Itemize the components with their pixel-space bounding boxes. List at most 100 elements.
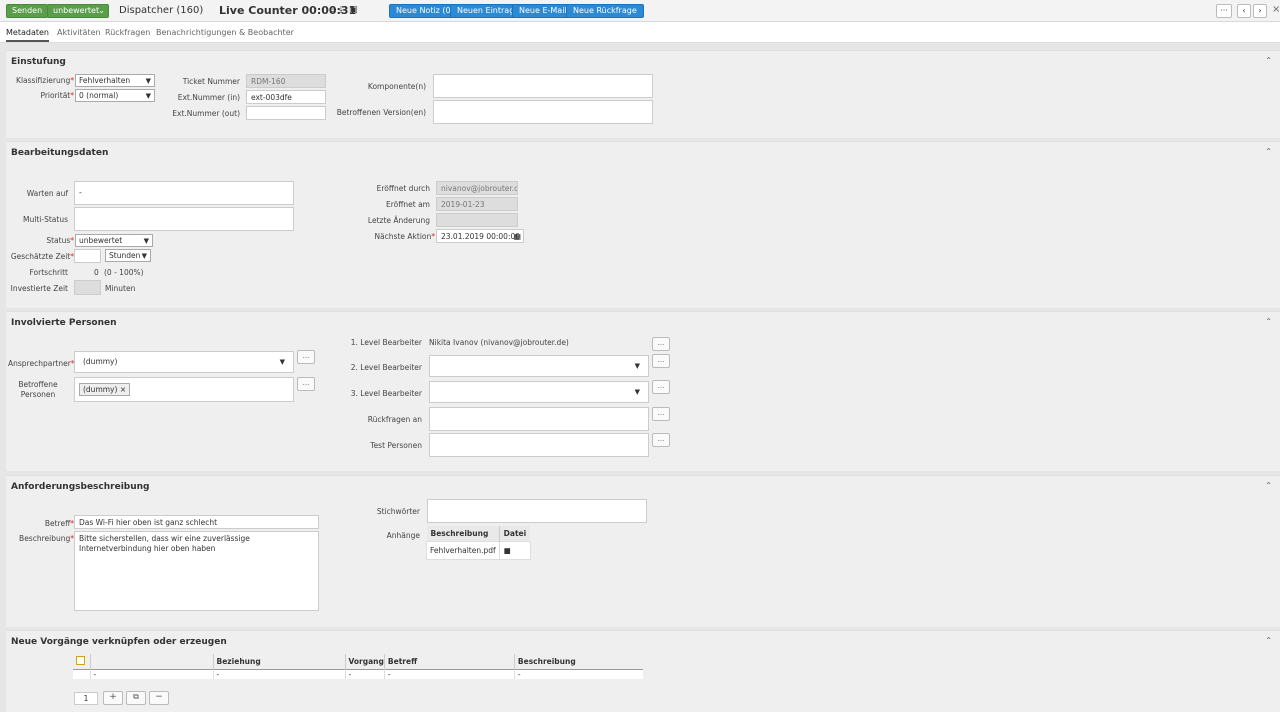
fortschritt-label: Fortschritt — [29, 268, 69, 277]
tab-aktivitaeten[interactable]: Aktivitäten — [57, 28, 101, 37]
panel-involvierte-personen: Involvierte Personen ⌃ Ansprechpartner* … — [6, 311, 1280, 471]
new-question-button[interactable]: Neue Rückfrage — [566, 4, 644, 18]
file-icon[interactable]: ■ — [498, 541, 531, 560]
ext-number-out-field[interactable] — [246, 106, 326, 120]
ansprechpartner-more-button[interactable]: ... — [297, 350, 315, 364]
collapse-icon[interactable]: ⌃ — [1265, 481, 1272, 490]
multi-status-label: Multi-Status — [23, 215, 68, 224]
level2-more-button[interactable]: ... — [652, 354, 670, 368]
vorgaenge-table: Beziehung Vorgang Betreff Beschreibung -… — [73, 654, 643, 679]
row-count-field[interactable]: 1 — [74, 692, 98, 705]
label-text: Status — [46, 236, 71, 245]
investierte-zeit-field — [74, 280, 101, 295]
dropdown-arrow-icon: ▼ — [279, 358, 285, 366]
rueckfragen-an-field[interactable] — [429, 407, 649, 431]
investierte-zeit-unit: Minuten — [105, 284, 136, 293]
ansprechpartner-select[interactable]: (dummy) ▼ — [74, 351, 294, 373]
select-value: Fehlverhalten — [79, 76, 131, 85]
dropdown-arrow-icon: ▼ — [634, 362, 640, 370]
copy-row-button[interactable]: ⧉ — [126, 691, 146, 705]
remove-row-button[interactable]: − — [149, 691, 169, 705]
row-cell[interactable]: - — [344, 669, 385, 679]
tab-rueckfragen[interactable]: Rückfragen — [105, 28, 150, 37]
test-personen-more-button[interactable]: ... — [652, 433, 670, 447]
new-email-button[interactable]: Neue E-Mail — [512, 4, 574, 18]
betreff-field[interactable]: Das Wi-Fi hier oben ist ganz schlecht — [74, 515, 319, 529]
level1-more-button[interactable]: ... — [652, 337, 670, 351]
select-value: Stunden — [109, 251, 141, 260]
klassifizierung-select[interactable]: Fehlverhalten ▼ — [75, 74, 155, 87]
download-icon[interactable]: ⤓ — [339, 5, 343, 15]
label-text: Klassifizierung — [16, 76, 71, 85]
collapse-icon[interactable]: ⌃ — [1265, 317, 1272, 326]
warten-auf-field[interactable]: - — [74, 181, 294, 205]
select-all-checkbox[interactable] — [76, 656, 85, 665]
multi-status-field[interactable] — [74, 207, 294, 231]
col-vorgang: Vorgang — [344, 654, 385, 670]
label-text: Betreff — [44, 519, 71, 528]
test-personen-field[interactable] — [429, 433, 649, 457]
fortschritt-range: (0 - 100%) — [104, 268, 144, 277]
save-icon[interactable]: ▣ — [349, 5, 358, 15]
table-row: Fehlverhalten.pdf ■ — [426, 541, 531, 560]
prioritaet-label: Priorität* — [8, 91, 74, 100]
tab-benachrichtigungen[interactable]: Benachrichtigungen & Beobachter — [156, 28, 294, 37]
status-dropdown-button[interactable]: unbewertet ⌄ — [47, 4, 109, 18]
status-dropdown-label: unbewertet — [53, 6, 100, 15]
next-button[interactable]: › — [1253, 4, 1267, 18]
dispatcher-title: Dispatcher (160) — [119, 5, 204, 16]
label-text: Geschätzte Zeit — [10, 252, 71, 261]
calendar-icon[interactable]: ▦ — [513, 230, 521, 242]
warten-auf-label: Warten auf — [26, 189, 68, 198]
tab-metadaten[interactable]: Metadaten — [6, 28, 49, 42]
zeit-unit-select[interactable]: Stunden ▼ — [105, 249, 151, 262]
status-select[interactable]: unbewertet ▼ — [75, 234, 153, 247]
remove-tag-icon[interactable]: × — [120, 385, 126, 394]
prioritaet-select[interactable]: 0 (normal) ▼ — [75, 89, 155, 102]
table-row[interactable]: - - - - - — [73, 669, 643, 680]
geschaetzte-zeit-field[interactable] — [74, 249, 101, 263]
row-cell[interactable]: - — [212, 669, 345, 679]
betroffene-more-button[interactable]: ... — [297, 377, 315, 391]
level2-label: 2. Level Bearbeiter — [350, 363, 422, 372]
komponente-field[interactable] — [433, 74, 653, 98]
person-tag[interactable]: (dummy) × — [79, 383, 131, 396]
betroffene-personen-field[interactable]: (dummy) × — [74, 377, 294, 402]
pause-icon[interactable]: ⊙ — [329, 5, 337, 15]
row-cell[interactable]: - — [383, 669, 515, 679]
send-button[interactable]: Senden — [6, 4, 49, 18]
level2-select[interactable]: ▼ — [429, 355, 649, 377]
naechste-aktion-field[interactable]: 23.01.2019 00:00:00 ▦ — [436, 229, 524, 243]
col-betreff: Betreff — [383, 654, 515, 670]
row-cell[interactable]: - — [513, 669, 643, 679]
panel-title: Anforderungsbeschreibung — [11, 482, 150, 492]
level3-more-button[interactable]: ... — [652, 380, 670, 394]
new-entry-button[interactable]: Neuen Eintrag — [450, 4, 522, 18]
collapse-icon[interactable]: ⌃ — [1265, 56, 1272, 65]
required-marker: * — [70, 236, 74, 245]
ext-number-in-field[interactable]: ext-003dfe — [246, 90, 326, 104]
close-icon[interactable]: × — [1272, 4, 1280, 15]
prev-button[interactable]: ‹ — [1237, 4, 1251, 18]
geschaetzte-zeit-label: Geschätzte Zeit* — [8, 252, 74, 261]
eroeffnet-durch-label: Eröffnet durch — [376, 184, 430, 193]
level3-select[interactable]: ▼ — [429, 381, 649, 403]
letzte-aenderung-label: Letzte Änderung — [367, 216, 430, 225]
stichwoerter-field[interactable] — [427, 499, 647, 523]
add-row-button[interactable]: + — [103, 691, 123, 705]
collapse-icon[interactable]: ⌃ — [1265, 147, 1272, 156]
row-cell[interactable]: - — [89, 669, 213, 679]
versionen-field[interactable] — [433, 100, 653, 124]
betroffene-personen-label: Betroffene Personen — [18, 380, 58, 399]
ticket-number-field: RDM-160 — [246, 74, 326, 88]
rueckfragen-more-button[interactable]: ... — [652, 407, 670, 421]
beschreibung-label: Beschreibung* — [8, 534, 74, 543]
collapse-icon[interactable]: ⌃ — [1265, 636, 1272, 645]
row-select-cell[interactable] — [73, 670, 90, 680]
more-button[interactable]: ··· — [1216, 4, 1232, 18]
fortschritt-value[interactable]: 0 — [94, 268, 99, 277]
attachments-col-datei: Datei — [499, 526, 531, 542]
panel-neue-vorgaenge: Neue Vorgänge verknüpfen oder erzeugen ⌃… — [6, 630, 1280, 712]
label-text: Priorität — [40, 91, 71, 100]
beschreibung-textarea[interactable]: Bitte sicherstellen, dass wir eine zuver… — [74, 531, 319, 611]
